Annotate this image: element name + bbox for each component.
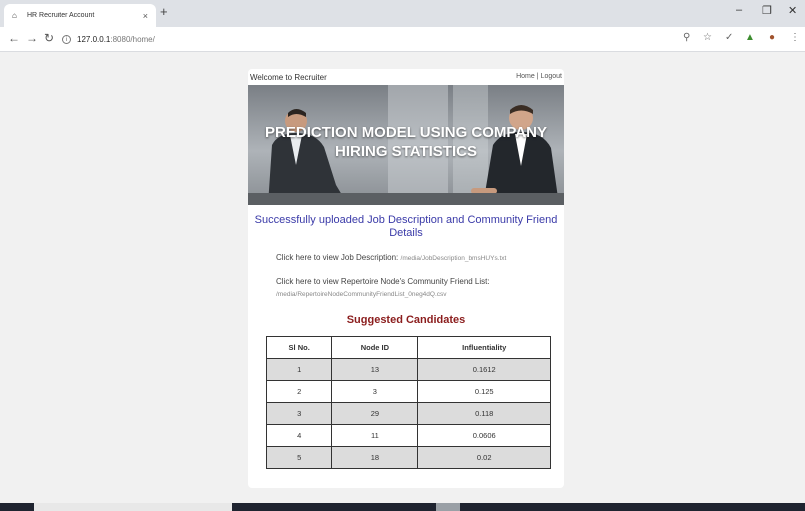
success-message: Successfully uploaded Job Description an… bbox=[254, 214, 558, 239]
menu-dots-icon[interactable]: ⋮ bbox=[790, 32, 800, 43]
reload-icon[interactable]: ↻ bbox=[44, 31, 54, 45]
column-header-sl-no: Sl No. bbox=[265, 336, 333, 359]
cell-sl-no: 4 bbox=[265, 424, 333, 447]
welcome-text: Welcome to Recruiter bbox=[250, 73, 327, 82]
table-row: 4 11 0.0606 bbox=[265, 424, 551, 447]
url-host: 127.0.0.1 bbox=[77, 35, 111, 44]
url-path: :8080/home/ bbox=[110, 35, 155, 44]
home-link[interactable]: Home bbox=[516, 73, 535, 80]
cell-node-id: 3 bbox=[331, 380, 419, 403]
job-description-row: Click here to view Job Description: /med… bbox=[276, 253, 506, 262]
cell-sl-no: 1 bbox=[265, 358, 333, 381]
cell-node-id: 18 bbox=[331, 446, 419, 469]
browser-tab-bar: ⌂ HR Recruiter Account × + – ❐ ✕ bbox=[0, 0, 805, 27]
column-header-influentiality: Influentiality bbox=[417, 336, 551, 359]
tab-title: HR Recruiter Account bbox=[27, 12, 95, 19]
taskbar-segment bbox=[34, 503, 232, 511]
forward-arrow-icon[interactable]: → bbox=[26, 31, 38, 45]
banner-title: PREDICTION MODEL USING COMPANY HIRING ST… bbox=[265, 124, 547, 160]
cell-sl-no: 3 bbox=[265, 402, 333, 425]
home-favicon-icon: ⌂ bbox=[12, 11, 17, 20]
os-taskbar bbox=[0, 503, 805, 511]
cell-node-id: 11 bbox=[331, 424, 419, 447]
community-list-link[interactable]: /media/RepertoireNodeCommunityFriendList… bbox=[276, 291, 447, 298]
top-nav: Welcome to Recruiter Home | Logout bbox=[248, 69, 564, 85]
eyedropper-extension-icon[interactable]: ✓ bbox=[725, 32, 733, 43]
cell-node-id: 29 bbox=[331, 402, 419, 425]
back-arrow-icon[interactable]: ← bbox=[8, 31, 20, 45]
cell-influentiality: 0.125 bbox=[417, 380, 551, 403]
profile-avatar-icon[interactable]: ● bbox=[769, 32, 775, 43]
info-icon[interactable]: i bbox=[62, 35, 71, 44]
close-window-button[interactable]: ✕ bbox=[788, 4, 797, 17]
address-bar[interactable]: i 127.0.0.1:8080/home/ bbox=[62, 31, 662, 48]
job-description-link[interactable]: /media/JobDescription_bmsHUYs.txt bbox=[401, 255, 507, 262]
minimize-button[interactable]: – bbox=[736, 4, 742, 16]
taskbar-segment bbox=[436, 503, 460, 511]
candidates-table: Sl No. Node ID Influentiality 1 13 0.161… bbox=[265, 336, 551, 469]
cell-influentiality: 0.1612 bbox=[417, 358, 551, 381]
table-row: 5 18 0.02 bbox=[265, 446, 551, 469]
maximize-button[interactable]: ❐ bbox=[762, 4, 772, 17]
cell-influentiality: 0.118 bbox=[417, 402, 551, 425]
new-tab-button[interactable]: + bbox=[160, 4, 168, 19]
logout-link[interactable]: Logout bbox=[541, 73, 562, 80]
cell-node-id: 13 bbox=[331, 358, 419, 381]
job-description-label: Click here to view Job Description: bbox=[276, 253, 399, 262]
tab-close-icon[interactable]: × bbox=[143, 11, 148, 21]
cell-sl-no: 5 bbox=[265, 446, 333, 469]
community-list-label: Click here to view Repertoire Node's Com… bbox=[276, 277, 490, 286]
cell-sl-no: 2 bbox=[265, 380, 333, 403]
cell-influentiality: 0.02 bbox=[417, 446, 551, 469]
column-header-node-id: Node ID bbox=[331, 336, 419, 359]
bookmark-star-icon[interactable]: ☆ bbox=[703, 32, 712, 43]
browser-toolbar: ← → ↻ i 127.0.0.1:8080/home/ ⚲ ☆ ✓ ▲ ● ⋮ bbox=[0, 27, 805, 52]
zoom-icon[interactable]: ⚲ bbox=[683, 32, 690, 43]
table-row: 2 3 0.125 bbox=[265, 380, 551, 403]
table-row: 3 29 0.118 bbox=[265, 402, 551, 425]
extension-icon[interactable]: ▲ bbox=[745, 32, 755, 43]
suggested-candidates-title: Suggested Candidates bbox=[346, 314, 466, 326]
cell-influentiality: 0.0606 bbox=[417, 424, 551, 447]
hero-banner: PREDICTION MODEL USING COMPANY HIRING ST… bbox=[248, 85, 564, 205]
content-card: Welcome to Recruiter Home | Logout PREDICT… bbox=[248, 69, 564, 488]
nav-separator: | bbox=[536, 73, 539, 80]
browser-tab[interactable]: ⌂ HR Recruiter Account × bbox=[4, 4, 156, 27]
table-row: 1 13 0.1612 bbox=[265, 358, 551, 381]
